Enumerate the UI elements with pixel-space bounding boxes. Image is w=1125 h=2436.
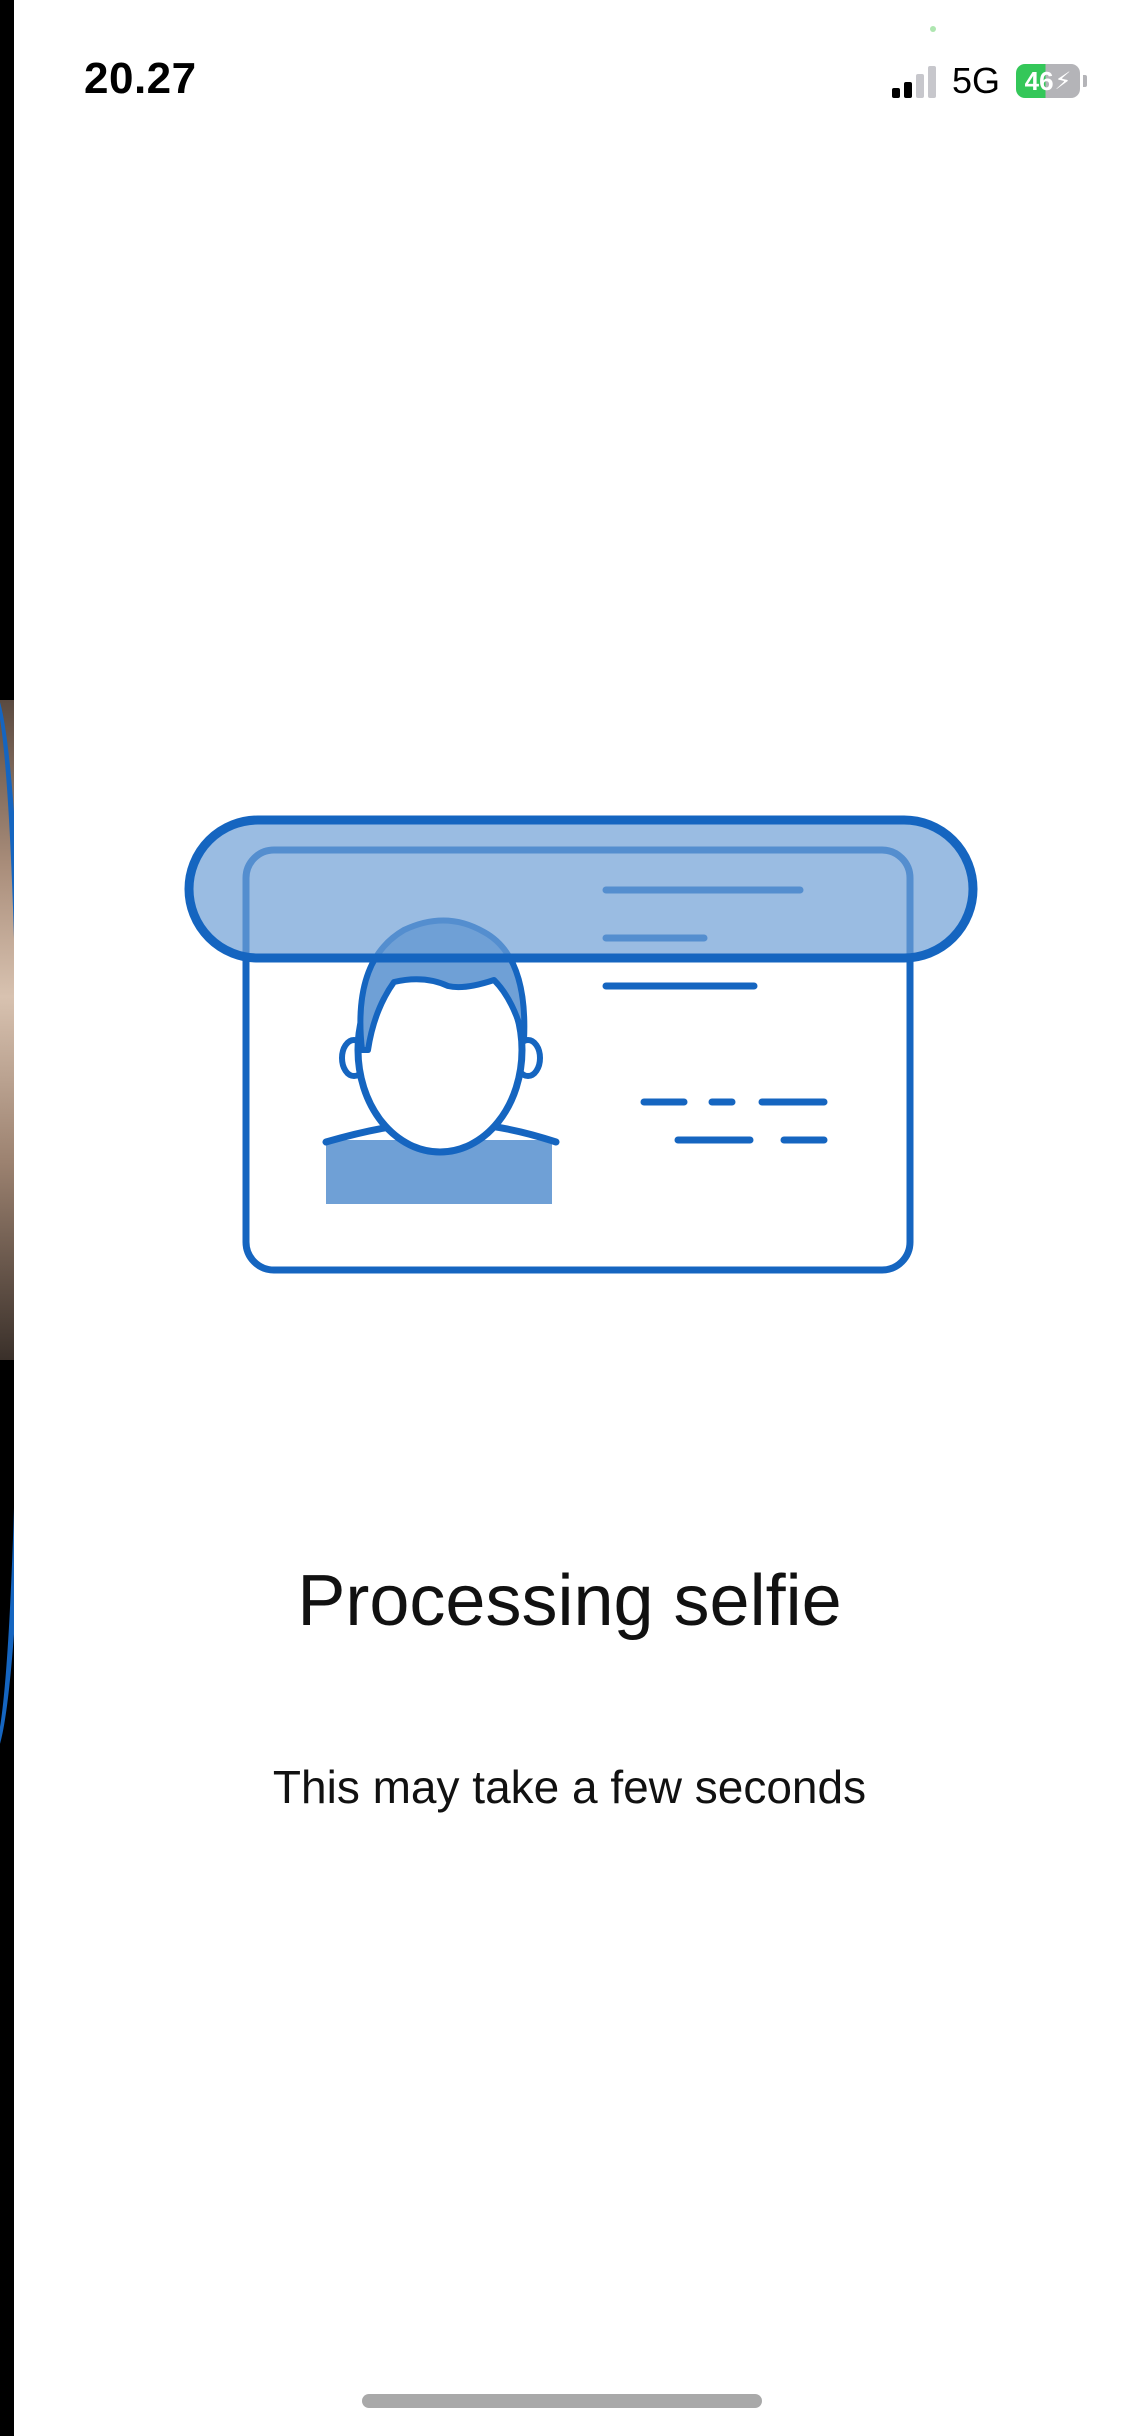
battery-icon: 46 ⚡ — [1016, 64, 1087, 98]
status-time: 20.27 — [84, 54, 197, 103]
home-indicator[interactable] — [362, 2394, 762, 2408]
network-type: 5G — [951, 60, 1000, 101]
page-title: Processing selfie — [297, 1561, 842, 1641]
id-card-scan-icon — [184, 815, 978, 1274]
charging-bolt-icon: ⚡ — [1054, 67, 1072, 95]
privacy-indicator-dot — [930, 26, 936, 32]
cellular-signal-icon — [891, 64, 936, 98]
status-icons: 5G 46 ⚡ — [891, 60, 1087, 102]
battery-level: 46 — [1024, 65, 1054, 96]
processing-screen: 20.27 5G 46 ⚡ Processing selfie This may… — [14, 0, 1125, 2436]
page-subtitle: This may take a few seconds — [272, 1761, 867, 1813]
face-frame-ring — [0, 690, 14, 1756]
background-camera-preview — [0, 0, 14, 2436]
